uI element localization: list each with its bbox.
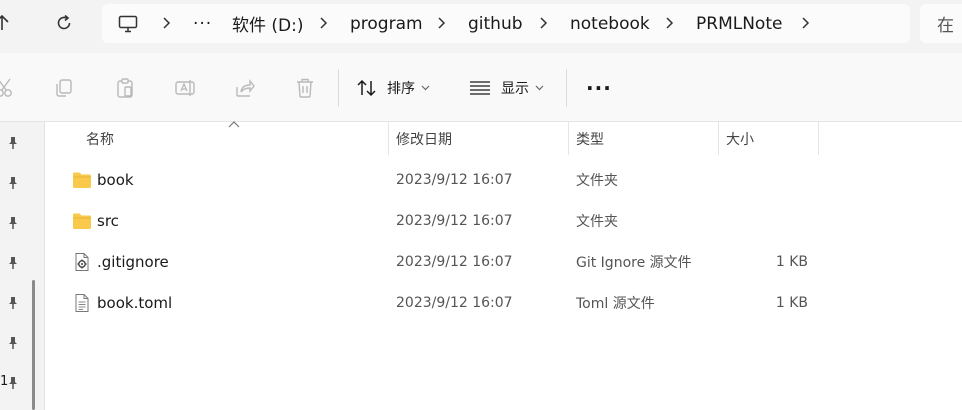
folder-icon bbox=[73, 213, 91, 229]
breadcrumb-item-notebook[interactable]: notebook bbox=[570, 4, 650, 43]
folder-icon bbox=[73, 172, 91, 188]
column-header-date[interactable]: 修改日期 bbox=[396, 122, 452, 155]
chevron-right-icon[interactable] bbox=[435, 16, 447, 30]
breadcrumb-item-program[interactable]: program bbox=[350, 4, 423, 43]
sort-button[interactable]: 排序 bbox=[357, 73, 430, 103]
file-size: 1 KB bbox=[775, 295, 808, 311]
column-header-name[interactable]: 名称 bbox=[86, 122, 114, 155]
sort-ascending-icon bbox=[228, 121, 240, 128]
more-options-button[interactable]: ··· bbox=[586, 73, 612, 103]
nav-scrollbar[interactable] bbox=[32, 280, 35, 410]
pin-icon bbox=[9, 257, 17, 269]
chevron-right-icon[interactable] bbox=[537, 16, 549, 30]
column-header-type[interactable]: 类型 bbox=[576, 122, 604, 155]
pin-icon bbox=[9, 217, 17, 229]
column-divider[interactable] bbox=[568, 122, 569, 155]
chevron-down-icon bbox=[421, 85, 430, 91]
file-name[interactable]: .gitignore bbox=[97, 242, 169, 282]
column-divider[interactable] bbox=[818, 122, 819, 155]
chevron-right-icon[interactable] bbox=[799, 16, 811, 30]
file-size bbox=[726, 160, 808, 200]
sort-icon bbox=[357, 79, 376, 97]
file-type: Git Ignore 源文件 bbox=[576, 255, 692, 271]
view-label: 显示 bbox=[501, 81, 529, 97]
config-file-icon bbox=[75, 253, 89, 271]
file-name[interactable]: src bbox=[97, 201, 119, 241]
sort-label: 排序 bbox=[387, 81, 415, 97]
this-pc-icon[interactable] bbox=[118, 4, 138, 43]
pin-icon bbox=[9, 137, 17, 149]
delete-icon[interactable] bbox=[293, 76, 317, 100]
file-size bbox=[726, 201, 808, 241]
file-row[interactable]: book.toml 2023/9/12 16:07 Toml 源文件 1 KB bbox=[46, 283, 962, 323]
toolbar-divider bbox=[338, 69, 339, 107]
refresh-icon[interactable] bbox=[50, 9, 78, 37]
search-input[interactable]: 在 bbox=[920, 4, 962, 43]
copy-icon[interactable] bbox=[52, 76, 76, 100]
file-row[interactable]: src 2023/9/12 16:07 文件夹 bbox=[46, 201, 962, 241]
breadcrumb-item-drive[interactable]: 软件 (D:) bbox=[232, 4, 304, 43]
toolbar-divider bbox=[566, 69, 567, 107]
chevron-right-icon[interactable] bbox=[317, 16, 329, 30]
address-bar[interactable]: ··· 软件 (D:) program github notebook PRML… bbox=[102, 4, 910, 43]
command-bar: 排序 显示 ··· bbox=[0, 53, 962, 122]
pin-icon bbox=[9, 337, 17, 349]
chevron-right-icon[interactable] bbox=[663, 16, 675, 30]
column-divider[interactable] bbox=[388, 122, 389, 155]
file-date: 2023/9/12 16:07 bbox=[396, 172, 513, 188]
column-header-row: 名称 修改日期 类型 大小 bbox=[46, 121, 962, 155]
file-name[interactable]: book bbox=[97, 160, 134, 200]
navigation-pane: 1 bbox=[0, 122, 45, 410]
cut-icon[interactable] bbox=[0, 76, 18, 100]
view-button[interactable]: 显示 bbox=[469, 73, 544, 103]
paste-icon[interactable] bbox=[113, 76, 137, 100]
file-row[interactable]: .gitignore 2023/9/12 16:07 Git Ignore 源文… bbox=[46, 242, 962, 282]
breadcrumb-item-prmlnote[interactable]: PRMLNote bbox=[696, 4, 782, 43]
file-type: 文件夹 bbox=[576, 173, 618, 189]
file-size: 1 KB bbox=[775, 254, 808, 270]
file-name[interactable]: book.toml bbox=[97, 283, 172, 323]
pin-icon bbox=[9, 297, 17, 309]
share-icon[interactable] bbox=[233, 76, 257, 100]
view-list-icon bbox=[470, 81, 490, 95]
file-date: 2023/9/12 16:07 bbox=[396, 254, 513, 270]
file-row[interactable]: book 2023/9/12 16:07 文件夹 bbox=[46, 160, 962, 200]
pin-icon bbox=[9, 177, 17, 189]
file-type: Toml 源文件 bbox=[576, 296, 655, 312]
breadcrumb-overflow[interactable]: ··· bbox=[193, 4, 212, 43]
file-date: 2023/9/12 16:07 bbox=[396, 213, 513, 229]
rename-icon[interactable] bbox=[173, 76, 197, 100]
file-date: 2023/9/12 16:07 bbox=[396, 295, 513, 311]
chevron-down-icon bbox=[535, 85, 544, 91]
column-header-size[interactable]: 大小 bbox=[726, 122, 754, 155]
column-divider[interactable] bbox=[718, 122, 719, 155]
chevron-right-icon[interactable] bbox=[160, 16, 172, 30]
nav-item-text-fragment: 1 bbox=[0, 374, 9, 389]
text-file-icon bbox=[75, 294, 89, 312]
breadcrumb-item-github[interactable]: github bbox=[468, 4, 523, 43]
address-row: ··· 软件 (D:) program github notebook PRML… bbox=[0, 0, 962, 53]
up-arrow-icon[interactable] bbox=[0, 9, 16, 37]
file-type: 文件夹 bbox=[576, 214, 618, 230]
